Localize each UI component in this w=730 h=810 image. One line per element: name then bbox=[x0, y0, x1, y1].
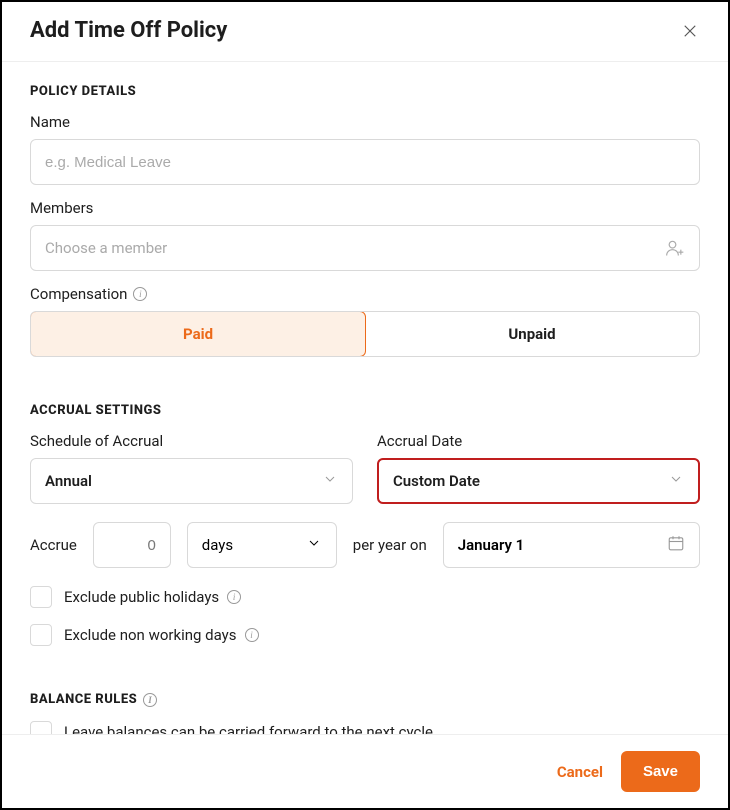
accrual-date-label: Accrual Date bbox=[377, 432, 700, 450]
calendar-icon bbox=[667, 534, 685, 556]
schedule-label: Schedule of Accrual bbox=[30, 432, 353, 450]
chevron-down-icon bbox=[322, 471, 338, 491]
chevron-down-icon bbox=[668, 471, 684, 491]
info-icon[interactable]: i bbox=[133, 287, 147, 301]
accrue-label: Accrue bbox=[30, 536, 77, 554]
add-member-icon bbox=[665, 239, 685, 257]
exclude-public-holidays-label: Exclude public holidays i bbox=[64, 588, 241, 606]
save-button[interactable]: Save bbox=[621, 751, 700, 792]
accrue-unit-value: days bbox=[202, 536, 233, 554]
carry-forward-checkbox[interactable] bbox=[30, 721, 52, 734]
name-label: Name bbox=[30, 113, 700, 131]
section-heading-policy-details: POLICY DETAILS bbox=[30, 84, 700, 99]
name-input[interactable] bbox=[30, 139, 700, 185]
add-time-off-policy-modal: Add Time Off Policy POLICY DETAILS Name … bbox=[0, 0, 730, 810]
compensation-label-text: Compensation bbox=[30, 285, 127, 303]
accrue-amount-input[interactable] bbox=[93, 522, 171, 568]
chevron-down-icon bbox=[306, 535, 322, 555]
members-placeholder: Choose a member bbox=[45, 239, 665, 257]
cancel-button[interactable]: Cancel bbox=[557, 763, 603, 781]
compensation-toggle: Paid Unpaid bbox=[30, 311, 700, 357]
exclude-public-holidays-checkbox[interactable] bbox=[30, 586, 52, 608]
section-heading-balance-rules: BALANCE RULES i bbox=[30, 692, 700, 707]
accrue-on-date-select[interactable]: January 1 bbox=[443, 522, 700, 568]
accrue-unit-select[interactable]: days bbox=[187, 522, 337, 568]
modal-header: Add Time Off Policy bbox=[2, 2, 728, 62]
close-button[interactable] bbox=[680, 21, 700, 41]
compensation-option-unpaid[interactable]: Unpaid bbox=[365, 312, 699, 356]
members-select[interactable]: Choose a member bbox=[30, 225, 700, 271]
accrual-date-value: Custom Date bbox=[393, 472, 480, 490]
close-icon bbox=[681, 22, 699, 40]
modal-footer: Cancel Save bbox=[2, 734, 728, 808]
exclude-non-working-days-checkbox[interactable] bbox=[30, 624, 52, 646]
exclude-non-working-days-label: Exclude non working days i bbox=[64, 626, 259, 644]
accrue-per-label: per year on bbox=[353, 536, 427, 554]
modal-title: Add Time Off Policy bbox=[30, 18, 227, 43]
schedule-value: Annual bbox=[45, 472, 92, 490]
schedule-select[interactable]: Annual bbox=[30, 458, 353, 504]
accrual-date-select[interactable]: Custom Date bbox=[377, 458, 700, 504]
compensation-option-paid[interactable]: Paid bbox=[30, 311, 366, 357]
members-label: Members bbox=[30, 199, 700, 217]
accrue-on-date-value: January 1 bbox=[458, 536, 525, 554]
info-icon[interactable]: i bbox=[227, 590, 241, 604]
modal-body: POLICY DETAILS Name Members Choose a mem… bbox=[2, 62, 728, 734]
info-icon[interactable]: i bbox=[245, 628, 259, 642]
compensation-label: Compensation i bbox=[30, 285, 700, 303]
info-icon[interactable]: i bbox=[143, 693, 157, 707]
section-heading-accrual-settings: ACCRUAL SETTINGS bbox=[30, 403, 700, 418]
carry-forward-label: Leave balances can be carried forward to… bbox=[64, 723, 433, 734]
